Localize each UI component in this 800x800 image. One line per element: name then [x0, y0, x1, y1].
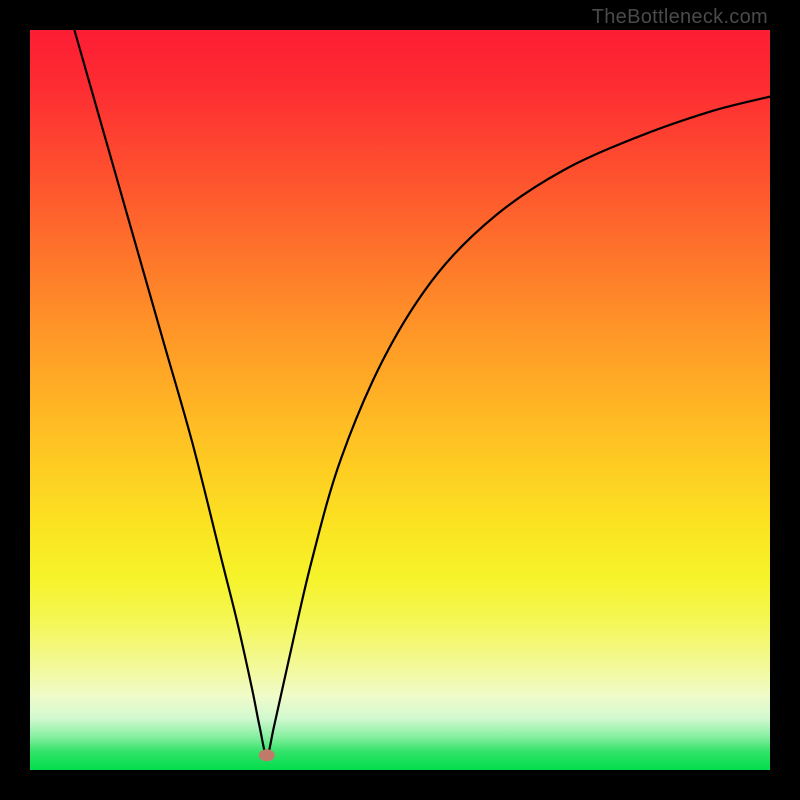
plot-area [30, 30, 770, 770]
bottleneck-curve [74, 30, 770, 755]
curve-layer [30, 30, 770, 770]
chart-container: { "watermark": "TheBottleneck.com", "cha… [0, 0, 800, 800]
minimum-marker [259, 749, 275, 761]
watermark-text: TheBottleneck.com [592, 6, 768, 29]
